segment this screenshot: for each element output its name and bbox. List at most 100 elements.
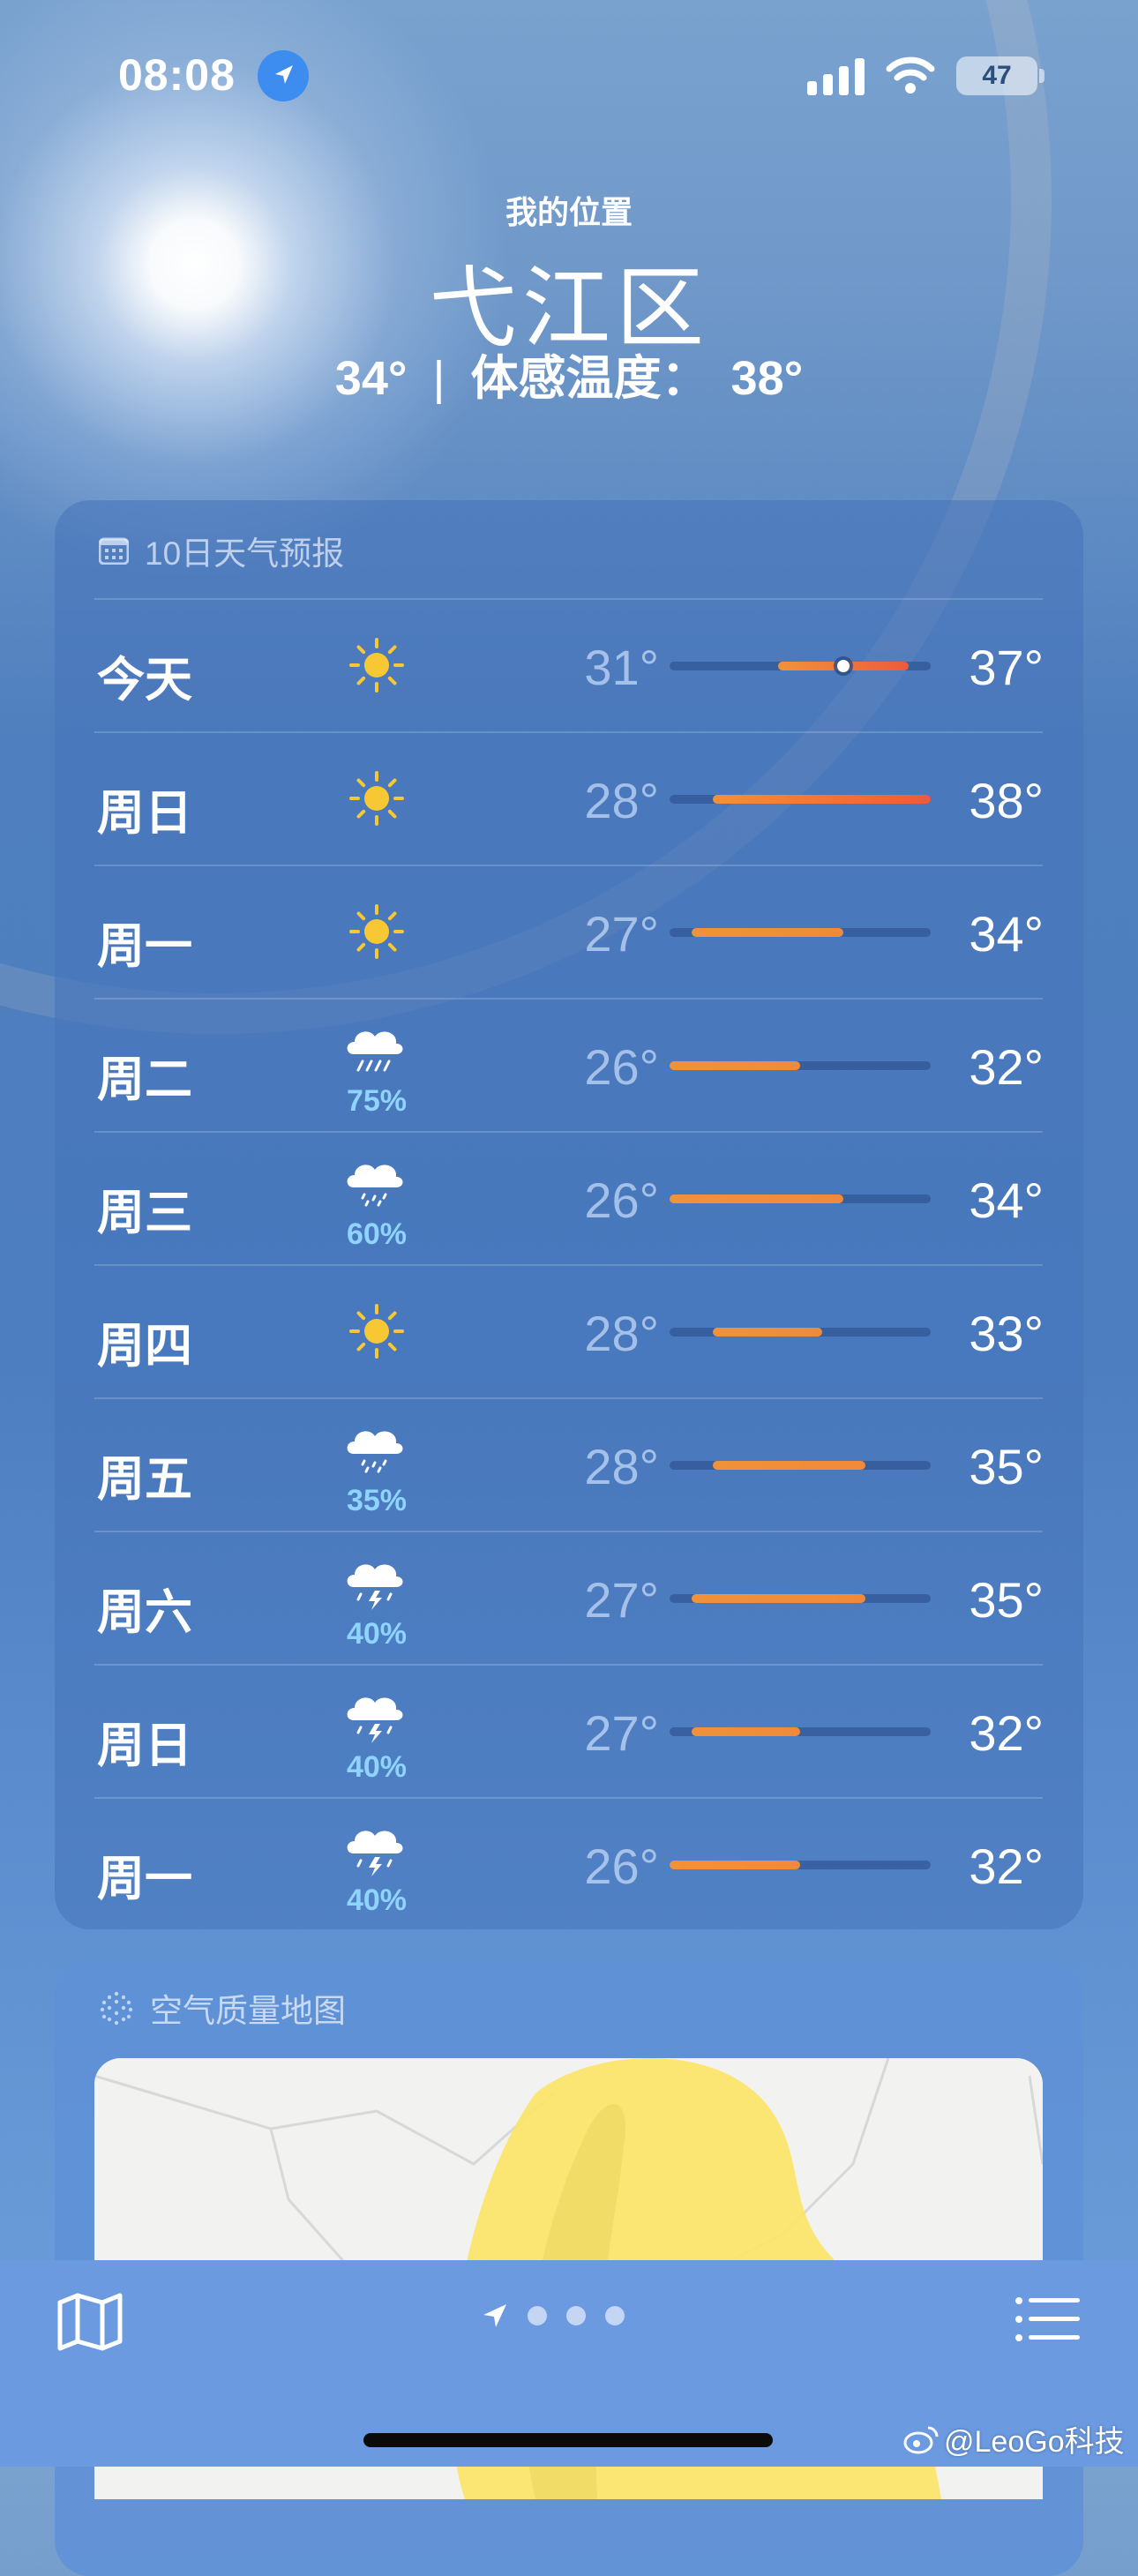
- thunderstorm-cloud-icon: [341, 1681, 412, 1752]
- home-indicator[interactable]: [363, 2433, 773, 2447]
- separator: |: [432, 352, 445, 405]
- temperature-range-bar: [670, 1594, 931, 1603]
- thunderstorm-cloud-icon: [341, 1548, 412, 1619]
- current-temperature: 34°: [334, 352, 408, 405]
- day-label: 周二: [97, 1053, 192, 1106]
- day-label: 周日: [97, 1719, 192, 1772]
- high-temperature: 37°: [969, 640, 1044, 695]
- temperature-range-bar: [670, 1328, 931, 1337]
- battery-indicator: 47: [956, 56, 1037, 95]
- row-divider: [94, 1397, 1043, 1399]
- row-divider: [94, 1131, 1043, 1133]
- temperature-range-bar: [670, 660, 931, 672]
- page-indicator[interactable]: [482, 2303, 625, 2329]
- location-services-icon: [258, 50, 309, 101]
- forecast-title: 10日天气预报: [145, 535, 345, 572]
- temperature-range-fill: [670, 1194, 844, 1203]
- low-temperature: 28°: [584, 1306, 659, 1361]
- thunderstorm-cloud-icon: [341, 1815, 412, 1885]
- current-conditions: 34° | 体感温度： 38°: [0, 339, 1138, 408]
- battery-tip: [1039, 69, 1044, 83]
- wifi-icon: [886, 56, 935, 94]
- weibo-logo-icon: [903, 2426, 939, 2453]
- high-temperature: 32°: [969, 1838, 1044, 1894]
- day-label: 周五: [97, 1453, 192, 1506]
- forecast-row[interactable]: 今天 31° 37°: [94, 598, 1044, 731]
- high-temperature: 38°: [969, 773, 1044, 828]
- forecast-row[interactable]: 周五 35% 28° 35°: [94, 1397, 1044, 1531]
- low-temperature: 27°: [584, 1572, 659, 1628]
- page-dot[interactable]: [566, 2306, 586, 2325]
- low-temperature: 26°: [584, 1039, 659, 1095]
- day-label: 周一: [97, 920, 192, 973]
- temperature-range-fill: [670, 1861, 800, 1869]
- precipitation-chance: 40%: [346, 1883, 408, 1917]
- list-icon[interactable]: [1014, 2295, 1082, 2343]
- low-temperature: 28°: [584, 1439, 659, 1494]
- watermark: @LeoGo科技: [903, 2417, 1125, 2460]
- temperature-range-fill: [713, 795, 931, 804]
- forecast-row[interactable]: 周日 28° 38°: [94, 731, 1044, 865]
- row-divider: [94, 598, 1043, 600]
- sun-icon: [341, 763, 412, 834]
- high-temperature: 34°: [969, 1172, 1044, 1228]
- temperature-range-fill: [713, 1461, 865, 1470]
- high-temperature: 35°: [969, 1439, 1044, 1494]
- low-temperature: 26°: [584, 1838, 659, 1894]
- temperature-range-bar: [670, 795, 931, 804]
- temperature-range-bar: [670, 1461, 931, 1470]
- forecast-row[interactable]: 周一 40% 26° 32°: [94, 1797, 1044, 1930]
- current-location-page-icon[interactable]: [482, 2303, 508, 2329]
- temperature-range-bar: [670, 1727, 931, 1736]
- sun-icon: [341, 1296, 412, 1367]
- map-icon[interactable]: [55, 2290, 125, 2352]
- my-location-label: 我的位置: [505, 194, 633, 230]
- day-label: 周六: [97, 1586, 192, 1639]
- temperature-range-fill: [691, 928, 844, 937]
- page-dot[interactable]: [528, 2306, 547, 2325]
- forecast-row[interactable]: 周二 75% 26° 32°: [94, 998, 1044, 1131]
- precipitation-chance: 60%: [346, 1217, 408, 1251]
- high-temperature: 32°: [969, 1039, 1044, 1095]
- precipitation-chance: 40%: [346, 1617, 408, 1651]
- day-label: 周四: [97, 1320, 192, 1373]
- day-label: 周三: [97, 1187, 192, 1239]
- day-label: 今天: [97, 654, 192, 707]
- air-quality-title: 空气质量地图: [150, 1993, 346, 2029]
- row-divider: [94, 998, 1043, 1000]
- drizzle-cloud-icon: [341, 1149, 412, 1219]
- temperature-range-bar: [670, 928, 931, 937]
- forecast-row[interactable]: 周六 40% 27° 35°: [94, 1531, 1044, 1664]
- forecast-row[interactable]: 周日 40% 27° 32°: [94, 1664, 1044, 1797]
- precipitation-chance: 40%: [346, 1750, 408, 1784]
- precipitation-chance: 35%: [346, 1484, 408, 1517]
- high-temperature: 32°: [969, 1705, 1044, 1761]
- forecast-row[interactable]: 周三 60% 26° 34°: [94, 1131, 1044, 1264]
- low-temperature: 31°: [584, 640, 659, 695]
- air-quality-dots-icon: [100, 1991, 133, 2026]
- cellular-signal-icon: [807, 58, 865, 95]
- sun-icon: [341, 630, 412, 700]
- temperature-range-fill: [713, 1328, 822, 1337]
- row-divider: [94, 1664, 1043, 1666]
- low-temperature: 26°: [584, 1172, 659, 1228]
- forecast-card-header: 10日天气预报: [99, 529, 344, 572]
- calendar-icon: [99, 537, 129, 565]
- page-dot[interactable]: [605, 2306, 625, 2325]
- drizzle-cloud-icon: [341, 1415, 412, 1486]
- temperature-range-bar: [670, 1194, 931, 1203]
- row-divider: [94, 1797, 1043, 1799]
- row-divider: [94, 1264, 1043, 1266]
- row-divider: [94, 1531, 1043, 1532]
- forecast-row[interactable]: 周一 27° 34°: [94, 865, 1044, 998]
- watermark-text: @LeoGo科技: [944, 2425, 1125, 2459]
- feels-like-value: 38°: [730, 352, 804, 405]
- forecast-row[interactable]: 周四 28° 33°: [94, 1264, 1044, 1397]
- air-quality-header: 空气质量地图: [99, 1987, 346, 2029]
- row-divider: [94, 731, 1043, 733]
- temperature-range-fill: [670, 1061, 800, 1070]
- temperature-range-fill: [691, 1594, 865, 1603]
- high-temperature: 33°: [969, 1306, 1044, 1361]
- rain-cloud-icon: [341, 1015, 412, 1086]
- sun-icon: [341, 896, 412, 967]
